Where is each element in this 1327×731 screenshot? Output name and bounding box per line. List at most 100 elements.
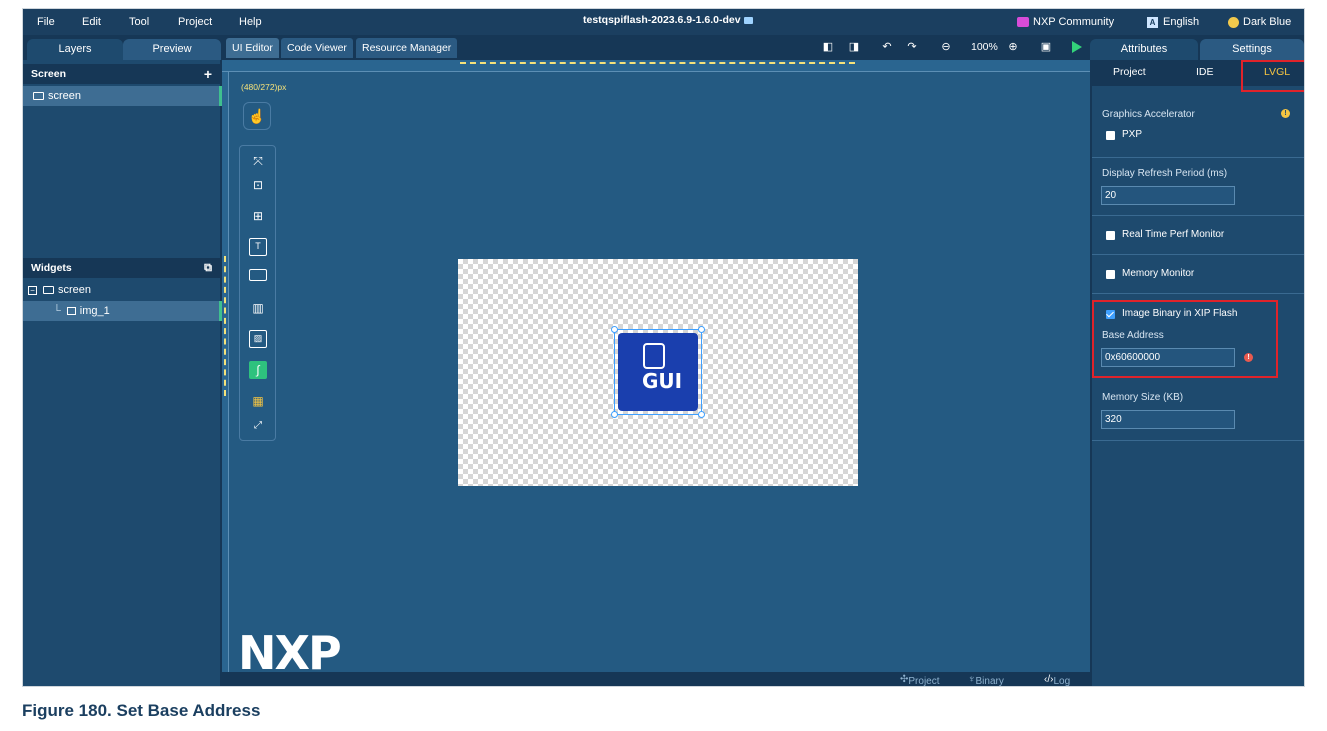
chart-widget-icon[interactable]: ▥ — [249, 299, 267, 317]
bring-front-icon[interactable]: ◧ — [822, 41, 834, 53]
ruler-vertical — [222, 72, 229, 672]
resize-handle[interactable] — [698, 411, 705, 418]
pxp-checkbox[interactable] — [1106, 131, 1115, 140]
redo-icon[interactable]: ↷ — [906, 41, 918, 53]
folder-icon — [743, 16, 753, 24]
run-simulator-icon[interactable] — [1072, 41, 1082, 53]
app-window: File Edit Tool Project Help testqspiflas… — [22, 8, 1305, 687]
gui-guider-logo: GUI — [618, 333, 698, 411]
display-refresh-input[interactable]: 20 — [1101, 186, 1235, 205]
ruler-horizontal — [222, 60, 1090, 72]
tab-attributes[interactable]: Attributes — [1090, 39, 1198, 60]
canvas-dimensions: (480/272)px — [241, 82, 287, 92]
graphics-accelerator-label: Graphics Accelerator — [1102, 109, 1195, 120]
monitor-icon — [43, 286, 54, 295]
tab-resource-manager[interactable]: Resource Manager — [356, 38, 458, 58]
image-widget-icon[interactable]: ▨ — [249, 330, 267, 348]
gui-logo-text: GUI — [642, 369, 683, 393]
window-title: testqspiflash-2023.6.9-1.6.0-dev — [583, 14, 753, 26]
binary-size-label: Binary Size — [975, 676, 1004, 687]
widget-tree-img1[interactable]: └ img_1 — [23, 301, 222, 321]
menu-edit[interactable]: Edit — [82, 16, 101, 28]
text-widget-icon[interactable]: T — [249, 238, 267, 256]
ruler-vertical-marker — [224, 256, 226, 396]
language-icon: A — [1147, 16, 1158, 28]
divider — [1092, 254, 1304, 255]
real-time-perf-checkbox[interactable] — [1106, 231, 1115, 240]
binary-size-button[interactable]: ♆ Binary Size — [968, 674, 1004, 686]
divider — [1092, 293, 1304, 294]
menu-help[interactable]: Help — [239, 16, 262, 28]
screen-panel-header: Screen + — [23, 64, 222, 84]
undo-icon[interactable]: ↶ — [881, 41, 893, 53]
resize-handle[interactable] — [611, 326, 618, 333]
image-icon — [66, 307, 76, 316]
screen-panel-title: Screen — [31, 68, 67, 80]
widget-tree-img1-label: img_1 — [79, 305, 110, 317]
monitor-icon — [33, 92, 44, 101]
memory-monitor-label: Memory Monitor — [1122, 268, 1195, 279]
animation-widget-icon[interactable]: ∫ — [249, 361, 267, 379]
figure-caption: Figure 180. Set Base Address — [22, 701, 261, 720]
nxp-community-link[interactable]: NXP Community — [1017, 16, 1114, 28]
divider — [1092, 157, 1304, 158]
menu-file[interactable]: File — [37, 16, 55, 28]
expand-tools-icon[interactable]: ⤢ — [249, 417, 267, 435]
theme-selector[interactable]: Dark Blue — [1228, 16, 1291, 28]
menu-tool[interactable]: Tool — [129, 16, 149, 28]
memory-size-label: Memory Size (KB) — [1102, 392, 1184, 403]
layout-widget-icon[interactable]: ⊞ — [249, 207, 267, 225]
widget-toolbox: ⤧ ⊡ ⊞ T ▥ ▨ ∫ ▦ ⤢ — [239, 145, 276, 441]
tab-code-viewer[interactable]: Code Viewer — [281, 38, 353, 58]
lvgl-tab-highlight — [1241, 60, 1304, 92]
hand-icon — [643, 343, 665, 369]
widgets-panel-title: Widgets — [31, 262, 72, 274]
project-status-label: Project — [908, 676, 940, 687]
real-time-perf-label: Real Time Perf Monitor — [1122, 229, 1225, 240]
subtab-project[interactable]: Project — [1113, 66, 1146, 78]
img1-widget[interactable]: GUI — [611, 326, 705, 418]
tab-preview[interactable]: Preview — [123, 39, 221, 60]
memory-size-input[interactable]: 320 — [1101, 410, 1235, 429]
screen-list-item[interactable]: screen — [23, 86, 222, 106]
theme-label: Dark Blue — [1243, 16, 1292, 28]
popout-icon[interactable]: ⧉ — [204, 258, 212, 278]
tab-layers[interactable]: Layers — [27, 39, 123, 60]
add-screen-button[interactable]: + — [204, 64, 212, 84]
ruler-horizontal-marker — [460, 62, 855, 64]
divider — [1092, 440, 1304, 441]
project-status-button[interactable]: ✣ Project — [900, 674, 940, 686]
language-selector[interactable]: A English — [1147, 16, 1199, 28]
qr-widget-icon[interactable]: ▦ — [249, 392, 267, 410]
resize-handle[interactable] — [611, 411, 618, 418]
window-title-text: testqspiflash-2023.6.9-1.6.0-dev — [583, 14, 741, 26]
send-back-icon[interactable]: ◨ — [848, 41, 860, 53]
collapse-tools-icon[interactable]: ⤧ — [249, 152, 267, 170]
tab-settings[interactable]: Settings — [1200, 39, 1304, 60]
log-button[interactable]: ‹/› Log — [1044, 674, 1070, 686]
editor-area[interactable]: (480/272)px ☝ ⤧ ⊡ ⊞ T ▥ ▨ ∫ ▦ ⤢ GUI NXP … — [222, 60, 1090, 686]
collapse-icon[interactable]: − — [28, 285, 37, 295]
screen-canvas[interactable]: GUI — [458, 259, 858, 486]
xip-settings-highlight — [1092, 300, 1278, 378]
menu-project[interactable]: Project — [178, 16, 212, 28]
display-refresh-label: Display Refresh Period (ms) — [1102, 168, 1228, 179]
divider — [1092, 215, 1304, 216]
input-widget-icon[interactable] — [249, 269, 267, 281]
left-sidebar: Screen + screen Widgets ⧉ − screen └ img_1 — [23, 60, 222, 686]
widget-tree-screen[interactable]: − screen — [23, 280, 222, 300]
language-label: English — [1163, 16, 1200, 28]
palette-icon — [1228, 16, 1239, 28]
subtab-ide[interactable]: IDE — [1196, 66, 1214, 78]
info-icon: ! — [1281, 109, 1290, 118]
zoom-out-icon[interactable]: ⊖ — [940, 41, 952, 53]
touch-icon[interactable]: ☝ — [243, 102, 271, 130]
memory-monitor-checkbox[interactable] — [1106, 270, 1115, 279]
community-icon — [1017, 17, 1029, 28]
resize-handle[interactable] — [698, 326, 705, 333]
tab-ui-editor[interactable]: UI Editor — [226, 38, 279, 58]
export-icon[interactable]: ▣ — [1040, 41, 1052, 53]
container-widget-icon[interactable]: ⊡ — [249, 176, 267, 194]
zoom-in-icon[interactable]: ⊕ — [1007, 41, 1019, 53]
widget-tree-screen-label: screen — [58, 284, 92, 296]
